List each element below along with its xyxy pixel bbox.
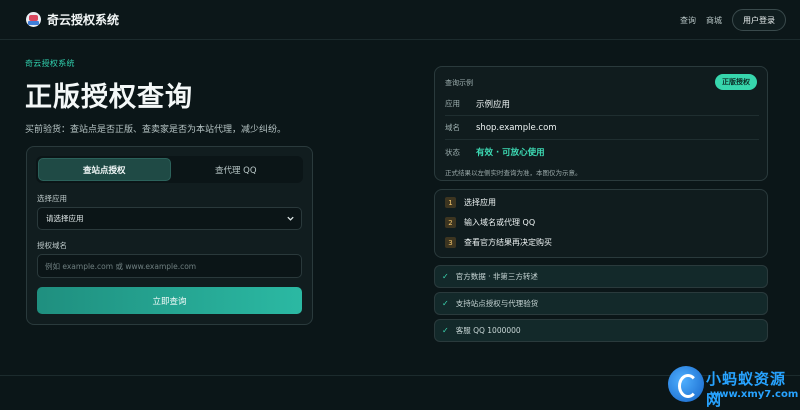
example-row-value: 有效 · 可放心使用 xyxy=(476,148,545,158)
example-row-value: 示例应用 xyxy=(476,99,511,110)
page-title: 正版授权查询 xyxy=(25,82,193,113)
example-title: 查询示例 xyxy=(445,79,473,87)
check-icon: ✓ xyxy=(442,272,449,281)
submit-query-button[interactable]: 立即查询 xyxy=(37,287,302,314)
domain-input-placeholder: 例如 example.com 或 www.example.com xyxy=(45,261,197,271)
hero: 奇云授权系统 正版授权查询 买前验货：查站点是否正版、查卖家是否为本站代理，减少… xyxy=(25,58,315,135)
hero-subtitle: 买前验货：查站点是否正版、查卖家是否为本站代理，减少纠纷。 xyxy=(25,125,287,135)
step-number: 1 xyxy=(445,197,456,208)
watermark: 小蚂蚁资源网 www.xmy7.com xyxy=(668,364,800,410)
step-text: 输入域名或代理 QQ xyxy=(464,218,536,227)
nav-link-shop[interactable]: 商城 xyxy=(706,15,722,26)
domain-input[interactable]: 例如 example.com 或 www.example.com xyxy=(37,254,302,278)
watermark-logo-icon xyxy=(668,366,704,402)
hero-tag: 奇云授权系统 xyxy=(25,59,75,68)
feature-text: 支持站点授权与代理验货 xyxy=(455,299,539,308)
tab-site-authorization[interactable]: 查站点授权 xyxy=(38,158,171,181)
brand-logo-icon xyxy=(26,12,41,27)
brand[interactable]: 奇云授权系统 xyxy=(26,11,119,28)
feature-text: 客服 QQ 1000000 xyxy=(455,326,521,335)
status-badge: 正版授权 xyxy=(715,74,757,90)
app-select[interactable]: 请选择应用 xyxy=(37,207,302,230)
feature-item: ✓ 官方数据 · 非第三方转述 xyxy=(434,265,768,288)
example-row-key: 域名 xyxy=(445,123,460,132)
example-row-domain: 域名 shop.example.com xyxy=(445,116,759,140)
feature-item: ✓ 客服 QQ 1000000 xyxy=(434,319,768,342)
domain-input-label: 授权域名 xyxy=(37,241,67,250)
brand-name: 奇云授权系统 xyxy=(47,13,120,27)
step-item: 1 选择应用 xyxy=(445,197,496,208)
nav-link-query[interactable]: 查询 xyxy=(680,15,696,26)
step-item: 3 查看官方结果再决定购买 xyxy=(445,237,552,248)
chevron-down-icon xyxy=(287,216,294,221)
steps-card: 1 选择应用 2 输入域名或代理 QQ 3 查看官方结果再决定购买 xyxy=(434,189,768,258)
example-row-value: shop.example.com xyxy=(476,122,557,133)
step-text: 选择应用 xyxy=(464,198,496,207)
app-select-value: 请选择应用 xyxy=(46,214,84,223)
tab-agent-qq[interactable]: 查代理 QQ xyxy=(171,158,302,181)
watermark-url: www.xmy7.com xyxy=(710,389,799,400)
example-row-status: 状态 有效 · 可放心使用 xyxy=(445,140,759,164)
query-tabs: 查站点授权 查代理 QQ xyxy=(36,156,303,183)
step-item: 2 输入域名或代理 QQ xyxy=(445,217,535,228)
example-result-card: 查询示例 正版授权 应用 示例应用 域名 shop.example.com 状态… xyxy=(434,66,768,181)
step-number: 2 xyxy=(445,217,456,228)
main-nav: 查询 商城 用户登录 xyxy=(680,9,786,31)
query-form-card: 查站点授权 查代理 QQ 选择应用 请选择应用 授权域名 例如 example.… xyxy=(26,146,313,325)
example-row-app: 应用 示例应用 xyxy=(445,92,759,116)
feature-item: ✓ 支持站点授权与代理验货 xyxy=(434,292,768,315)
check-icon: ✓ xyxy=(442,299,449,308)
step-text: 查看官方结果再决定购买 xyxy=(464,238,552,247)
top-bar: 奇云授权系统 查询 商城 用户登录 xyxy=(0,0,800,40)
example-note: 正式结果以左侧实时查询为准，本图仅为示意。 xyxy=(445,169,582,177)
example-row-key: 应用 xyxy=(445,99,460,108)
app-select-label: 选择应用 xyxy=(37,194,67,203)
check-icon: ✓ xyxy=(442,326,449,335)
step-number: 3 xyxy=(445,237,456,248)
login-button[interactable]: 用户登录 xyxy=(732,9,786,31)
example-row-key: 状态 xyxy=(445,147,460,157)
feature-text: 官方数据 · 非第三方转述 xyxy=(455,272,538,281)
